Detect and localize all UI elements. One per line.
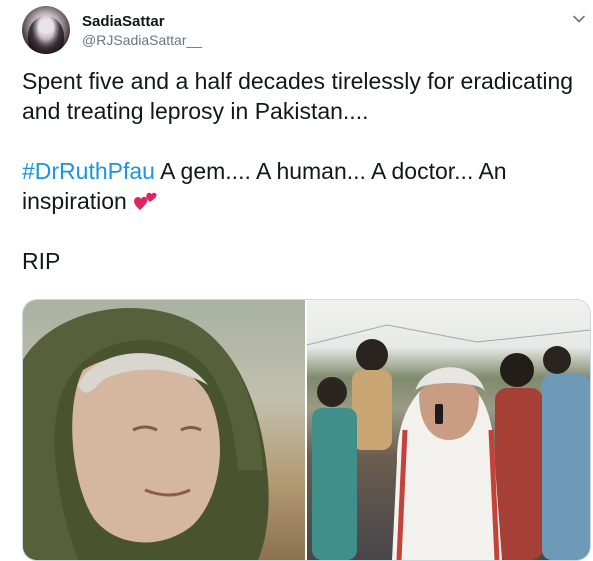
author-display-name[interactable]: SadiaSattar bbox=[82, 13, 165, 30]
avatar[interactable] bbox=[22, 6, 70, 54]
photo-portrait-illustration bbox=[23, 308, 269, 560]
chevron-down-icon[interactable] bbox=[572, 12, 586, 26]
photo-group-illustration bbox=[307, 324, 590, 560]
hashtag-link[interactable]: #DrRuthPfau bbox=[22, 158, 155, 184]
media-grid bbox=[22, 299, 591, 561]
tweet-text-line2: #DrRuthPfau A gem.... A human... A docto… bbox=[22, 156, 577, 216]
tweet-text: Spent five and a half decades tirelessly… bbox=[22, 66, 577, 276]
two-hearts-emoji-icon bbox=[134, 192, 157, 210]
tweet-text-line3: RIP bbox=[22, 248, 61, 274]
author-handle[interactable]: @RJSadiaSattar__ bbox=[82, 32, 202, 48]
photo-portrait[interactable] bbox=[23, 300, 305, 560]
tweet-text-line1: Spent five and a half decades tirelessly… bbox=[22, 68, 574, 124]
photo-group[interactable] bbox=[307, 300, 590, 560]
